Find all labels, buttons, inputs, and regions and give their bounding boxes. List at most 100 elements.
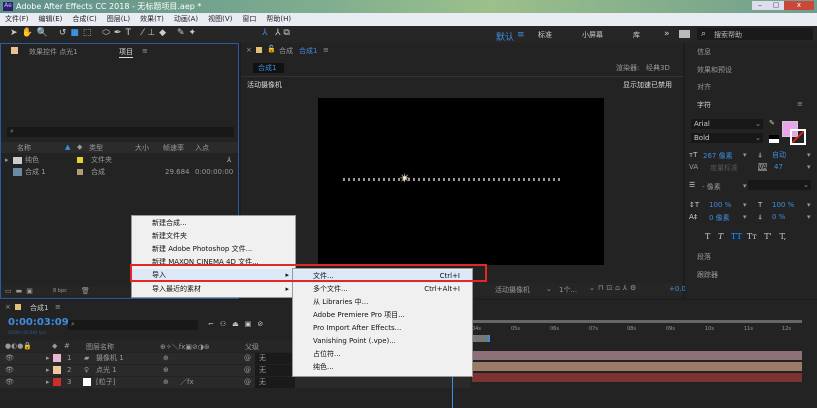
current-time-display[interactable]: 0:00:03:09 <box>8 317 69 328</box>
workspace-library[interactable]: 库 <box>633 30 640 40</box>
black-white-swatch[interactable] <box>769 135 779 143</box>
project-item[interactable]: 合成 1 合成 29.684 0:00:00:00 <box>1 167 238 178</box>
column-type[interactable]: 类型 <box>89 143 103 153</box>
layer-bar[interactable] <box>472 362 802 371</box>
playhead[interactable] <box>472 335 490 342</box>
layer-bar[interactable] <box>472 373 802 382</box>
info-panel-tab[interactable]: 信息 <box>697 47 711 57</box>
work-area-bar[interactable] <box>472 320 802 323</box>
renderer-select[interactable]: 经典3D <box>646 63 670 73</box>
tab-timeline-comp[interactable]: 合成1 <box>30 303 48 313</box>
bit-depth-button[interactable]: 8 bpc <box>53 288 67 294</box>
eyedropper-icon[interactable]: ✎ <box>769 119 775 127</box>
paragraph-panel-tab[interactable]: 段落 <box>697 252 711 262</box>
sync-icon[interactable] <box>679 30 690 38</box>
panel-menu-icon[interactable]: ≡ <box>142 47 148 55</box>
menu-window[interactable]: 窗口 <box>242 15 256 23</box>
close-icon[interactable]: × <box>5 303 11 311</box>
menu-item-new-composition[interactable]: 新建合成... <box>132 217 295 230</box>
submenu-item-pro-import[interactable]: Pro Import After Effects... <box>293 322 472 335</box>
column-layer-name[interactable]: 图层名称 <box>86 342 114 352</box>
stroke-type-select[interactable]: ⌄ <box>748 180 811 190</box>
workspace-menu-icon[interactable]: ≡ <box>517 30 525 40</box>
snapping-icon[interactable]: ⅄ <box>262 28 268 38</box>
panel-menu-icon[interactable]: ≡ <box>797 100 803 108</box>
faux-italic-button[interactable]: T <box>718 232 723 241</box>
column-size[interactable]: 大小 <box>135 143 149 153</box>
eye-icon[interactable]: 👁 <box>5 353 14 364</box>
submenu-item-premiere[interactable]: Adobe Premiere Pro 项目... <box>293 309 472 322</box>
footer-icons[interactable]: ▭▬▣ <box>5 287 37 295</box>
menu-item-new-folder[interactable]: 新建文件夹 <box>132 230 295 243</box>
kerning-field[interactable]: 度量标准 <box>710 163 738 173</box>
label-color[interactable] <box>53 366 61 374</box>
submenu-item-placeholder[interactable]: 占位符... <box>293 348 472 361</box>
baseline-shift-field[interactable]: 0 像素 <box>709 213 730 223</box>
submenu-item-multiple-files[interactable]: 多个文件... Ctrl+Alt+I <box>293 283 472 296</box>
lock-icon[interactable]: 🔓 <box>267 45 276 53</box>
label-color[interactable] <box>53 378 61 386</box>
maximize-button[interactable]: ▢ <box>768 1 784 10</box>
tab-composition[interactable]: 合成1 <box>299 46 317 56</box>
parent-select[interactable]: 无 <box>255 353 295 364</box>
stroke-width-field[interactable]: - 像素 <box>702 182 721 192</box>
tsume-field[interactable]: 0 % <box>772 213 785 221</box>
flowchart-icon[interactable]: ⅄ <box>227 155 231 166</box>
eye-icon[interactable]: 👁 <box>5 365 14 376</box>
panel-menu-icon[interactable]: ≡ <box>323 46 329 54</box>
composition-viewer[interactable]: ✴ <box>318 98 604 265</box>
layer-name[interactable]: [粒子] <box>96 377 115 388</box>
column-fps[interactable]: 帧速率 <box>163 143 184 153</box>
layer-bar[interactable] <box>472 351 802 360</box>
time-ruler[interactable]: 04s 05s 06s 07s 08s 09s 10s 11s 12s <box>472 326 802 340</box>
menu-effect[interactable]: 效果(T) <box>140 15 164 23</box>
project-item[interactable]: ▸ 纯色 文件夹 ⅄ <box>1 155 238 166</box>
small-caps-button[interactable]: Tт <box>747 232 757 241</box>
tool-icons[interactable]: ➤✋🔍 ↺■⬚ ⬭✒T ⁄⊥◆ ✎✦ <box>10 28 200 38</box>
axis-icons[interactable]: ⅄ ⧉ <box>275 28 290 38</box>
submenu-item-solid[interactable]: 纯色... <box>293 361 472 374</box>
superscript-button[interactable]: T' <box>764 232 772 241</box>
menu-view[interactable]: 视图(V) <box>208 15 232 23</box>
faux-bold-button[interactable]: T <box>705 232 710 241</box>
tab-project[interactable]: 项目 <box>119 47 133 58</box>
trash-icon[interactable]: 🗑 <box>81 287 90 295</box>
panel-menu-icon[interactable]: ≡ <box>55 303 61 311</box>
comp-navigator-tab[interactable]: 合成1 <box>253 63 285 73</box>
menu-edit[interactable]: 编辑(E) <box>39 15 63 23</box>
workspace-standard[interactable]: 标准 <box>538 30 552 40</box>
tracker-panel-tab[interactable]: 跟踪器 <box>697 270 718 280</box>
exposure-value[interactable]: +0.0 <box>669 285 686 293</box>
submenu-item-libraries[interactable]: 从 Libraries 中... <box>293 296 472 309</box>
align-panel-tab[interactable]: 对齐 <box>697 82 711 92</box>
workspace-default[interactable]: 默认 <box>496 30 514 43</box>
menu-item-new-photoshop-file[interactable]: 新建 Adobe Photoshop 文件... <box>132 243 295 256</box>
column-parent[interactable]: 父级 <box>245 342 259 352</box>
camera-view-select[interactable]: 活动摄像机 <box>495 285 530 295</box>
leading-field[interactable]: 自动 <box>772 150 786 160</box>
submenu-item-vanishing-point[interactable]: Vanishing Point (.vpe)... <box>293 335 472 348</box>
workspace-small-screen[interactable]: 小屏幕 <box>582 30 603 40</box>
eye-icon[interactable]: 👁 <box>5 377 14 388</box>
minimize-button[interactable]: – <box>752 1 768 10</box>
layer-name[interactable]: 点光 1 <box>96 365 117 376</box>
parent-select[interactable]: 无 <box>255 377 295 388</box>
all-caps-button[interactable]: TT <box>730 232 742 241</box>
column-in-point[interactable]: 入点 <box>195 143 209 153</box>
label-color[interactable] <box>53 354 61 362</box>
menu-file[interactable]: 文件(F) <box>5 15 29 23</box>
menu-layer[interactable]: 图层(L) <box>107 15 130 23</box>
stroke-color-swatch[interactable] <box>790 129 806 145</box>
layer-row[interactable]: 👁 ▸ 3 [粒子] ⊕ ／fx @ 无 <box>0 377 470 388</box>
layer-name[interactable]: 摄像机 1 <box>96 353 124 364</box>
close-button[interactable]: x <box>784 1 814 10</box>
tracking-field[interactable]: 47 <box>774 163 783 171</box>
menu-animation[interactable]: 动画(A) <box>174 15 198 23</box>
close-icon[interactable]: × <box>246 46 252 54</box>
workspaces-overflow-button[interactable]: » <box>664 29 670 39</box>
viewer-icons[interactable]: ⌄⊓⊡⩍⅄⚙ <box>589 284 639 293</box>
timeline-switch-icons[interactable]: ⌐⚇⏏▣⊘ <box>208 320 269 328</box>
menu-composition[interactable]: 合成(C) <box>72 15 96 23</box>
tab-effect-controls[interactable]: 效果控件 点光1 <box>29 47 78 57</box>
horizontal-scale-field[interactable]: 100 % <box>772 201 794 209</box>
